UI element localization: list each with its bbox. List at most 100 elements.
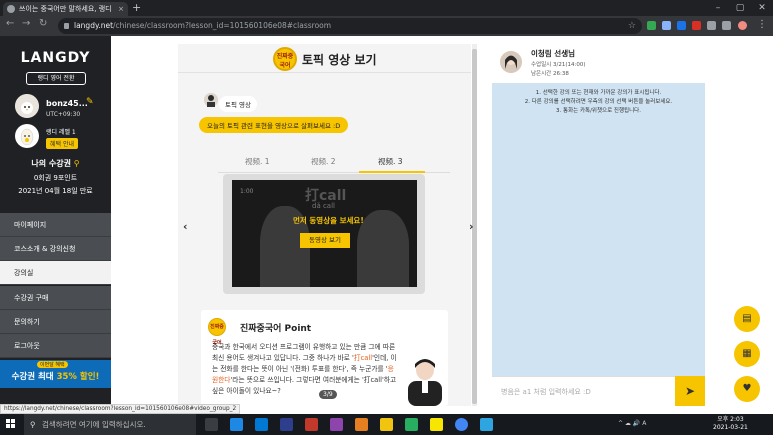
reload-button[interactable]: ↻	[39, 18, 47, 29]
wechat-icon[interactable]	[405, 418, 418, 431]
page-title: 토픽 영상 보기	[302, 53, 377, 67]
photoshop-icon[interactable]	[280, 418, 293, 431]
avatar[interactable]	[15, 94, 39, 118]
favicon-icon	[7, 5, 15, 13]
bookmark-star-icon[interactable]: ☆	[628, 18, 636, 34]
chrome-icon[interactable]	[455, 418, 468, 431]
system-tray[interactable]: ^ ☁ 🔊 A	[618, 420, 646, 427]
url-host: langdy.net	[74, 21, 114, 30]
chat-header	[492, 44, 705, 83]
edge-icon[interactable]	[230, 418, 243, 431]
prev-video-button[interactable]: ‹	[183, 220, 188, 233]
browser-tab[interactable]: 쓰이는 중국어만 말하세요, 랭디 ×	[3, 2, 128, 16]
maximize-button[interactable]: ▢	[729, 0, 751, 16]
promo-banner[interactable]: 이번달 혜택 수강권 최대 35% 할인!	[0, 360, 111, 388]
extension-icon[interactable]	[647, 21, 656, 30]
benefit-button[interactable]: 혜택 안내	[46, 138, 78, 149]
notice-line: 2. 다른 강의를 선택하려면 우측의 강의 선택 버튼을 눌러보세요.	[524, 99, 673, 105]
play-video-button[interactable]: 동영상 보기	[300, 233, 350, 248]
send-button[interactable]: ➤	[675, 376, 705, 406]
chat-messages[interactable]	[492, 83, 705, 376]
app-icon[interactable]	[330, 418, 343, 431]
folder-icon[interactable]	[380, 418, 393, 431]
chat-input[interactable]: 병음은 a1 처럼 입력하세요 :D	[492, 376, 675, 406]
extension-icon[interactable]	[662, 21, 671, 30]
username: bonz45...	[46, 99, 88, 108]
profile-avatar[interactable]	[738, 21, 747, 30]
level-label: 랭디 레벨 1	[46, 129, 76, 136]
pass-title-text: 나의 수강권	[31, 159, 71, 168]
chick-avatar-icon	[15, 94, 39, 118]
tab-video-2[interactable]: 视频. 2	[311, 156, 336, 167]
lesson-time: 수업일시 3/21(14:00)	[531, 62, 586, 68]
logo[interactable]: LANGDY	[0, 50, 111, 66]
windows-start-icon[interactable]	[6, 419, 16, 429]
switch-english-button[interactable]: 랭디 영어 전환	[26, 72, 86, 85]
clock-date: 2021-03-21	[713, 424, 748, 431]
extension-icon[interactable]	[677, 21, 686, 30]
notice-line: 1. 선택한 강의 또는 현재와 가까운 강의가 표시됩니다.	[535, 90, 662, 96]
point-badge: 진짜중국어	[208, 318, 226, 346]
chat-notice: 1. 선택한 강의 또는 현재와 가까운 강의가 표시됩니다. 2. 다른 강의…	[497, 89, 700, 116]
taskbar-search[interactable]: ⚲ 검색하려면 여기에 입력하십시오.	[24, 414, 196, 435]
pass-title[interactable]: 나의 수강권 ⚲	[0, 158, 111, 169]
forward-button[interactable]: →	[22, 18, 30, 29]
menu-mypage[interactable]: 마이페이지	[0, 213, 111, 237]
lesson-notes-button[interactable]: ▤	[734, 306, 760, 332]
clock[interactable]: 오후 2:03 2021-03-21	[713, 416, 748, 432]
next-video-button[interactable]: ›	[469, 220, 474, 233]
close-window-button[interactable]: ✕	[751, 0, 773, 16]
search-icon: ⚲	[30, 420, 36, 429]
status-url: https://langdy.net/chinese/classroom?les…	[0, 404, 241, 414]
egg-icon	[20, 128, 34, 146]
tab-video-1[interactable]: 视频. 1	[245, 156, 270, 167]
app-icon[interactable]	[355, 418, 368, 431]
pass-expiry: 2021년 04월 18일 만료	[18, 187, 93, 195]
video-hint: 먼저 동영상을 보세요!	[293, 216, 364, 225]
tab-video-3[interactable]: 视频. 3	[378, 156, 403, 167]
url-path: /chinese/classroom?lesson_id=101560106e0…	[113, 21, 332, 30]
back-button[interactable]: ←	[6, 18, 14, 29]
menu-course-intro[interactable]: 코스소개 & 강의신청	[0, 237, 111, 261]
search-icon[interactable]: ⚲	[74, 159, 80, 168]
video-duration: 1:00	[240, 188, 254, 195]
puzzle-icon[interactable]	[722, 21, 731, 30]
edit-profile-icon[interactable]: ✎	[86, 97, 94, 107]
tab-close-icon[interactable]: ×	[118, 2, 124, 16]
store-icon[interactable]	[255, 418, 268, 431]
task-view-icon[interactable]	[205, 418, 218, 431]
minimize-button[interactable]: –	[707, 0, 729, 16]
telegram-icon[interactable]	[480, 418, 493, 431]
menu-classroom[interactable]: 강의실	[0, 261, 111, 285]
point-title: 진짜중국어 Point	[240, 324, 312, 334]
promo-prefix: 수강권 최대	[11, 372, 57, 382]
teacher-avatar	[500, 51, 522, 73]
menu-buy-pass[interactable]: 수강권 구매	[0, 286, 111, 310]
kakaotalk-icon[interactable]	[430, 418, 443, 431]
remaining-time: 남은시간 26:38	[531, 71, 569, 77]
tutor-face-icon	[204, 93, 218, 107]
tutor-label: 토픽 영상	[219, 96, 257, 112]
tutor-avatar	[204, 93, 218, 107]
promo-tag: 이번달 혜택	[37, 361, 68, 368]
lesson-select-button[interactable]: ▦	[734, 341, 760, 367]
clock-time: 오후 2:03	[717, 416, 744, 423]
address-bar[interactable]: langdy.net/chinese/classroom?lesson_id=1…	[58, 18, 642, 34]
menu-logout[interactable]: 로그아웃	[0, 334, 111, 358]
video-pinyin: dǎ call	[312, 202, 335, 210]
extension-icon[interactable]	[707, 21, 716, 30]
active-tab-underline	[359, 171, 425, 173]
teacher-illustration	[408, 359, 442, 406]
pass-count: 0회권 9포인트	[33, 174, 78, 182]
favorite-button[interactable]: ♥	[734, 376, 760, 402]
tab-title: 쓰이는 중국어만 말하세요, 랭디	[19, 5, 112, 13]
promo-highlight: 35% 할인!	[56, 372, 100, 382]
level-avatar	[15, 124, 39, 148]
brand-badge: 진짜중국어	[273, 47, 297, 71]
menu-inquiry[interactable]: 문의하기	[0, 310, 111, 334]
notice-line: 3. 통화는 카톡/위챗으로 진행됩니다.	[556, 108, 641, 114]
extension-icon[interactable]	[692, 21, 701, 30]
app-icon[interactable]	[305, 418, 318, 431]
new-tab-button[interactable]: +	[132, 1, 141, 14]
more-menu-icon[interactable]: ⋮	[757, 19, 767, 30]
